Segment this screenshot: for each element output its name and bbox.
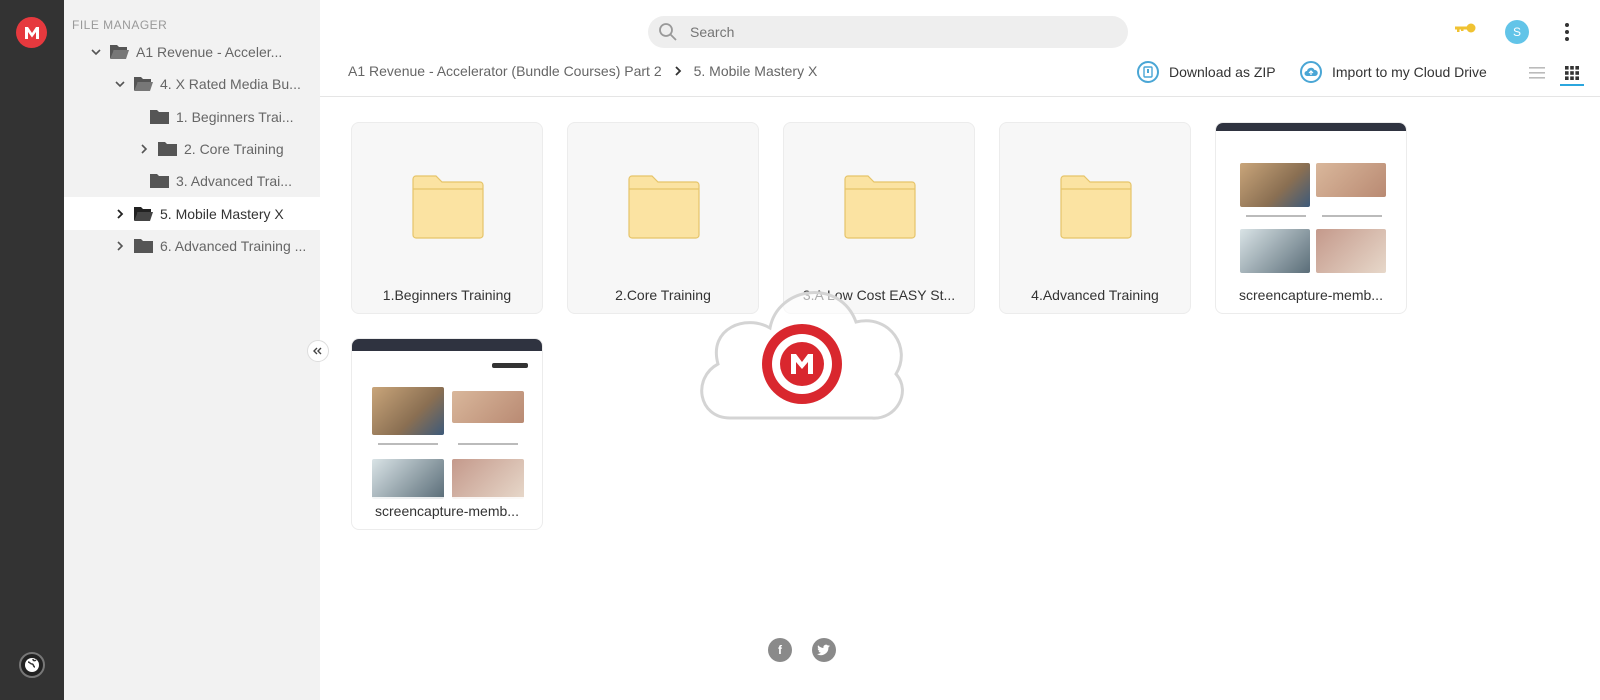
chevron-right-icon [674,63,682,79]
more-menu-icon[interactable] [1562,20,1572,44]
thumbnail-image [1316,229,1386,273]
sidebar-title: FILE MANAGER [72,18,168,32]
tree-item-core-training[interactable]: 2. Core Training [64,132,320,165]
image-card[interactable]: screencapture-memb... [351,338,543,530]
import-cloud-button[interactable]: Import to my Cloud Drive [1300,61,1487,83]
mega-logo-icon[interactable] [16,17,47,48]
tree-item-label: 2. Core Training [184,140,284,157]
file-name: screencapture-memb... [375,503,519,519]
globe-icon[interactable] [19,652,45,678]
folder-name: 4.Advanced Training [1031,287,1159,303]
file-name: screencapture-memb... [1239,287,1383,303]
tree-item-advanced-training-6[interactable]: 6. Advanced Training ... [64,229,320,262]
folder-icon [150,174,169,188]
download-zip-button[interactable]: Download as ZIP [1137,61,1276,83]
folder-open-icon [134,207,153,221]
folder-name: 1.Beginners Training [382,287,512,303]
folder-open-icon [110,45,129,59]
file-tree-sidebar: FILE MANAGER A1 Revenue - Acceler... 4. … [64,0,320,700]
breadcrumb-current[interactable]: 5. Mobile Mastery X [694,63,818,79]
thumbnail-text-line [1322,215,1382,217]
list-view-icon[interactable] [1527,63,1547,83]
cloud-upload-icon [1300,61,1322,83]
thumbnail-image [1240,229,1310,273]
grid-view-icon[interactable] [1562,63,1582,83]
tree-item-label: 3. Advanced Trai... [176,172,292,189]
image-card[interactable]: screencapture-memb... [1215,122,1407,314]
tree-item-label: 5. Mobile Mastery X [160,205,284,222]
tree-item-label: 1. Beginners Trai... [176,108,294,125]
thumbnail-image [452,391,524,423]
folder-open-icon [134,77,153,91]
folder-card[interactable]: 4.Advanced Training [999,122,1191,314]
tree-item-x-rated-media[interactable]: 4. X Rated Media Bu... [64,67,320,100]
chevron-right-icon[interactable] [114,208,126,220]
chevron-down-icon[interactable] [114,78,126,90]
thumbnail-text-line [458,443,518,445]
download-zip-label: Download as ZIP [1169,64,1276,80]
left-rail [0,0,64,700]
chevron-down-icon[interactable] [90,46,102,58]
facebook-letter: f [778,643,782,657]
collapse-sidebar-button[interactable] [307,340,329,362]
thumbnail-button [492,363,528,368]
thumbnail-header [352,339,542,351]
zip-file-icon [1137,61,1159,83]
avatar-letter: S [1512,25,1521,39]
thumbnail-header [1216,123,1406,131]
chevron-right-icon[interactable] [114,240,126,252]
active-view-indicator [1560,84,1584,86]
import-cloud-label: Import to my Cloud Drive [1332,64,1487,80]
thumbnail-image [452,459,524,499]
tree-item-a1-revenue[interactable]: A1 Revenue - Acceler... [64,35,320,68]
thumbnail-image [372,459,444,499]
tree-item-label: 4. X Rated Media Bu... [160,75,301,92]
mega-cloud-watermark [700,291,904,420]
search-icon [659,23,677,41]
search-bar[interactable] [648,16,1128,48]
avatar[interactable]: S [1505,20,1529,44]
folder-card[interactable]: 1.Beginners Training [351,122,543,314]
breadcrumb-parent[interactable]: A1 Revenue - Accelerator (Bundle Courses… [348,63,662,79]
thumbnail-image [1316,163,1386,197]
tree-item-label: 6. Advanced Training ... [160,237,307,254]
folder-icon [628,175,700,239]
search-input[interactable] [690,24,1090,40]
header-divider [320,96,1600,97]
folder-icon [844,175,916,239]
folder-icon [412,175,484,239]
thumbnail-image [1240,163,1310,207]
tree-item-mobile-mastery-x[interactable]: 5. Mobile Mastery X [64,197,320,230]
thumbnail-text-line [1246,215,1306,217]
folder-icon [1060,175,1132,239]
chevron-right-icon[interactable] [138,143,150,155]
breadcrumb: A1 Revenue - Accelerator (Bundle Courses… [348,63,817,79]
key-icon[interactable] [1454,22,1476,34]
folder-icon [158,142,177,156]
tree-item-label: A1 Revenue - Acceler... [136,43,283,60]
thumbnail-text-line [378,443,438,445]
thumbnail-image [372,387,444,435]
facebook-icon[interactable]: f [768,638,792,662]
tree-item-beginners-training[interactable]: 1. Beginners Trai... [64,100,320,133]
twitter-icon[interactable] [812,638,836,662]
tree-item-advanced-training[interactable]: 3. Advanced Trai... [64,164,320,197]
folder-icon [150,110,169,124]
folder-icon [134,239,153,253]
